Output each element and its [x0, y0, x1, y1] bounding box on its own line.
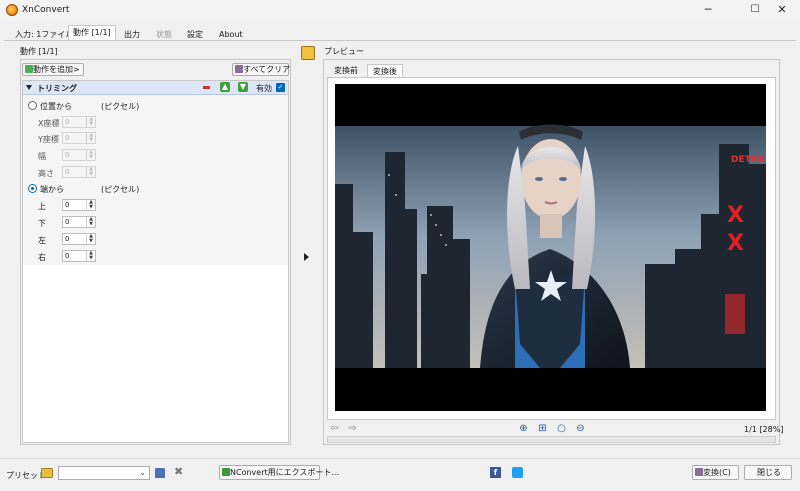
facebook-icon[interactable]: f [490, 467, 501, 478]
convert-icon [695, 468, 703, 476]
tab-settings[interactable]: 設定 [182, 27, 208, 40]
next-icon[interactable]: ⇨ [347, 423, 358, 434]
previous-icon[interactable]: ⇦ [329, 423, 340, 434]
tab-divider [4, 40, 796, 41]
window-title: XnConvert [22, 5, 70, 15]
enabled-label: 有効 [256, 84, 272, 93]
remove-action-icon[interactable] [203, 86, 210, 89]
clear-all-label: すべてクリア [243, 65, 291, 74]
left-input[interactable]: 0 ▲ ▼ [62, 233, 96, 245]
x-input[interactable]: 0 ▲ ▼ [62, 116, 96, 128]
export-nconvert-button[interactable]: NConvert用にエクスポート... [219, 465, 339, 480]
minimize-button[interactable]: ─ [690, 0, 726, 22]
width-label: 幅 [38, 152, 46, 161]
move-down-icon[interactable]: ▼ [238, 82, 248, 92]
sign-text: DETNAY [731, 155, 766, 165]
from-position-label: 位置から [40, 102, 72, 111]
add-icon [25, 65, 33, 73]
tab-actions[interactable]: 動作 [1/1] [68, 25, 116, 41]
zoom-out-icon[interactable]: ⊖ [575, 423, 586, 434]
collapse-arrow-icon[interactable] [26, 85, 32, 90]
close-window-button[interactable]: ✕ [764, 0, 800, 22]
add-action-button[interactable]: 動作を追加> [22, 63, 84, 76]
export-icon [222, 468, 230, 476]
close-button[interactable]: 閉じる [744, 465, 792, 480]
action-name: トリミング [37, 84, 77, 93]
right-input[interactable]: 0 ▲ ▼ [62, 250, 96, 262]
delete-preset-icon[interactable]: ✖ [174, 465, 183, 478]
zoom-in-icon[interactable]: ⊕ [518, 423, 529, 434]
height-input[interactable]: 0 ▲ ▼ [62, 166, 96, 178]
height-label: 高さ [38, 169, 54, 178]
x-label: X座標 [38, 119, 60, 128]
twitter-icon[interactable] [512, 467, 523, 478]
convert-label: 変換(C) [703, 468, 731, 477]
actual-size-icon[interactable]: ○ [556, 423, 567, 434]
preview-image: DETNAY X X [335, 84, 766, 411]
width-input[interactable]: 0 ▲ ▼ [62, 149, 96, 161]
export-label: NConvert用にエクスポート... [230, 468, 340, 477]
y-label: Y座標 [38, 135, 59, 144]
left-label: 左 [38, 236, 46, 245]
tab-output[interactable]: 出力 [119, 27, 145, 40]
horizontal-scrollbar[interactable] [327, 436, 776, 443]
from-position-radio[interactable] [28, 101, 37, 110]
fit-window-icon[interactable]: ⊞ [537, 423, 548, 434]
tab-before[interactable]: 変換前 [329, 64, 363, 77]
position-unit-label: (ピクセル) [101, 102, 140, 111]
preview-toggle-icon[interactable] [301, 46, 315, 60]
top-input[interactable]: 0 ▲ ▼ [62, 199, 96, 211]
page-info: 1/1 [28%] [744, 425, 784, 434]
splitter-arrow-icon[interactable] [304, 253, 309, 261]
folder-icon[interactable] [41, 468, 53, 478]
tab-after[interactable]: 変換後 [367, 64, 403, 78]
clear-all-button[interactable]: すべてクリア [232, 63, 291, 76]
top-label: 上 [38, 202, 46, 211]
app-logo-icon [6, 4, 18, 16]
tab-status[interactable]: 状態 [151, 27, 177, 40]
save-preset-icon[interactable] [155, 468, 165, 478]
tab-about[interactable]: About [214, 27, 248, 40]
from-edge-label: 端から [40, 185, 64, 194]
from-edge-radio[interactable] [28, 184, 37, 193]
sign-x-2: X [727, 231, 744, 256]
bottom-label: 下 [38, 219, 46, 228]
sign-x: X [727, 203, 744, 228]
bottom-separator [0, 458, 800, 459]
enabled-checkbox[interactable]: ✓ [276, 83, 285, 92]
clear-icon [235, 65, 243, 73]
chevron-down-icon: ⌄ [139, 468, 146, 477]
right-label: 右 [38, 253, 46, 262]
y-input[interactable]: 0 ▲ ▼ [62, 132, 96, 144]
preview-title: プレビュー [324, 47, 364, 56]
move-up-icon[interactable]: ▲ [220, 82, 230, 92]
preset-select[interactable]: ⌄ [58, 466, 150, 480]
bottom-input[interactable]: 0 ▲ ▼ [62, 216, 96, 228]
edge-unit-label: (ピクセル) [101, 185, 140, 194]
title-bar [0, 0, 800, 22]
actions-group-title: 動作 [1/1] [20, 47, 58, 56]
add-action-label: 動作を追加> [33, 65, 80, 74]
convert-button[interactable]: 変換(C) [692, 465, 739, 480]
